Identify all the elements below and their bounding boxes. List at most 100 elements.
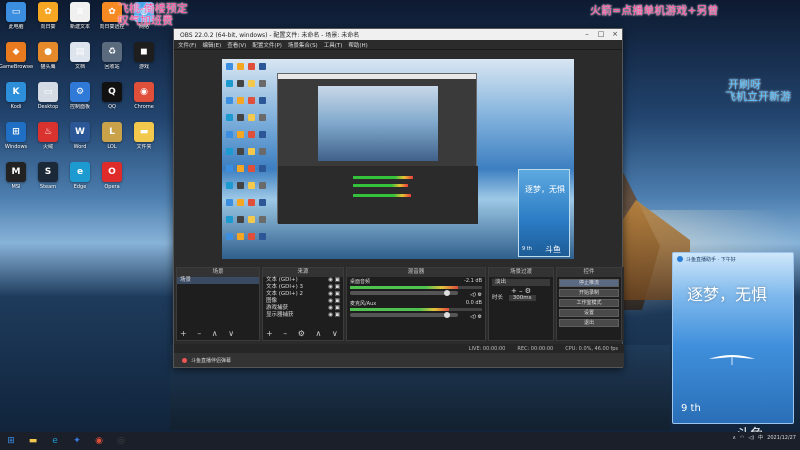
control-button[interactable]: 退出 [559,319,619,327]
mute-settings-icon[interactable]: ◁) ⚙ [470,292,482,298]
desktop-icon[interactable]: ▤ 文档 [64,42,96,82]
sources-controls[interactable]: + – ⚙ ∧ ∨ [266,329,342,338]
menu-item[interactable]: 查看(V) [227,41,246,49]
control-button[interactable]: 工作室模式 [559,299,619,307]
visibility-lock-icon[interactable]: ◉ ▣ [328,298,340,305]
desktop-icon[interactable]: ♨ 火绒 [32,122,64,162]
volume-icon[interactable]: ◁) [748,435,754,441]
menu-item[interactable]: 编辑(E) [202,41,221,49]
desktop-icon[interactable]: ● 猫头鹰 [32,42,64,82]
desktop-icon[interactable]: O Opera [96,162,128,202]
close-icon[interactable]: × [608,29,622,40]
desktop-icon-label: LOL [107,144,117,150]
rec-status: REC: 00:00:00 [517,345,554,352]
preview-app-icon [248,165,255,172]
volume-slider-knob[interactable] [443,312,450,318]
desktop-icon[interactable]: M MSI [0,162,32,202]
transition-duration-row: 时长 300ms [489,295,553,302]
controls-dock: 控件 停止推流 开始录制 工作室模式 设置 退出 [556,267,622,341]
desktop-icon[interactable]: ✿ 向日葵 [32,2,64,42]
source-item[interactable]: 游戏捕获 ◉ ▣ [263,305,343,312]
obs-app-icon[interactable]: ◎ [114,434,128,448]
obs-window[interactable]: OBS 22.0.2 (64-bit, windows) - 配置文件: 未命名… [173,28,624,368]
preview-app-icon [259,80,266,87]
desktop-icon[interactable]: ▭ Desktop [32,82,64,122]
control-button[interactable]: 设置 [559,309,619,317]
desktop-icon[interactable]: L LOL [96,122,128,162]
desktop-icon[interactable]: ♻ 回收站 [96,42,128,82]
preview-app-icon [237,182,244,189]
volume-slider[interactable] [350,290,458,296]
source-item[interactable]: 显示器捕获 ◉ ▣ [263,312,343,319]
desktop-icon[interactable]: Q QQ [96,82,128,122]
desktop-icon[interactable]: W Word [64,122,96,162]
scenes-dock: 场景 场景 + – ∧ ∨ [176,267,260,341]
transition-select[interactable]: 淡出 [492,279,550,286]
volume-slider[interactable] [350,312,458,318]
tray-arrow-icon[interactable]: ∧ [732,435,736,441]
edge-icon: e [70,162,90,182]
scenes-controls[interactable]: + – ∧ ∨ [180,329,238,338]
mute-settings-icon[interactable]: ◁) ⚙ [470,314,482,320]
desktop-icon[interactable]: ≡ 新建文本 [64,2,96,42]
duration-input[interactable]: 300ms [508,295,536,301]
desktop-icon[interactable]: S Steam [32,162,64,202]
maximize-icon[interactable]: □ [594,29,608,40]
source-label: 游戏捕获 [266,305,289,311]
visibility-lock-icon[interactable]: ◉ ▣ [328,305,340,312]
live-card[interactable]: 斗鱼直播助手 · 下午好 逐梦，无惧 9 th [672,252,794,424]
msi-icon: M [6,162,26,182]
tray-clock[interactable]: 2021/12/27 [767,435,796,441]
live-card-title: 逐梦，无惧 [687,285,768,304]
game-browser-icon: ◆ [6,42,26,62]
desktop-icon[interactable]: ◼ 游戏 [128,42,160,82]
source-item[interactable]: 文本 (GDI+) ◉ ▣ [263,277,343,284]
visibility-lock-icon[interactable]: ◉ ▣ [328,291,340,298]
chrome-browser-icon[interactable]: ◉ [92,434,106,448]
huorong-icon: ♨ [38,122,58,142]
menu-item[interactable]: 场景集合(S) [288,41,318,49]
file-explorer-icon[interactable]: ▬ [26,434,40,448]
desktop-icon-label: Desktop [37,104,59,110]
source-item[interactable]: 文本 (GDI+) 2 ◉ ▣ [263,291,343,298]
wifi-icon[interactable]: ◠ [740,435,744,441]
transition-add-remove[interactable]: + – ⚙ [489,288,553,295]
preview-app-icon [248,131,255,138]
overlay-text-top-left-2: 叹气加班费 [118,14,173,27]
desktop-icon[interactable]: ▬ 文件夹 [128,122,160,162]
menu-item[interactable]: 帮助(H) [348,41,367,49]
source-item[interactable]: 文本 (GDI+) 3 ◉ ▣ [263,284,343,291]
desktop-icon[interactable]: ▭ 此电脑 [0,2,32,42]
menu-item[interactable]: 配置文件(P) [252,41,282,49]
control-button[interactable]: 开始录制 [559,289,619,297]
minimize-icon[interactable]: – [580,29,594,40]
ime-icon[interactable]: 中 [758,434,763,441]
desktop-icon[interactable]: ⚙ 控制面板 [64,82,96,122]
source-item[interactable]: 图像 ◉ ▣ [263,298,343,305]
desktop-icon[interactable]: ◉ Chrome [128,82,160,122]
live-status: LIVE: 00:00:00 [468,345,506,352]
computer-icon: ▭ [6,2,26,22]
volume-slider-knob[interactable] [443,290,450,296]
edge-browser-icon[interactable]: e [48,434,62,448]
preview-app-icon [248,233,255,240]
menu-item[interactable]: 文件(F) [178,41,196,49]
visibility-lock-icon[interactable]: ◉ ▣ [328,277,340,284]
control-button[interactable]: 停止推流 [559,279,619,287]
desktop-icon[interactable]: K Kodi [0,82,32,122]
visibility-lock-icon[interactable]: ◉ ▣ [328,312,340,319]
desktop-icon[interactable]: ◆ GameBrowser [0,42,33,82]
windows-start-icon[interactable]: ⊞ [4,434,18,448]
preview-app-icon [226,131,233,138]
desktop-icon[interactable]: e Edge [64,162,96,202]
desktop-icon[interactable]: ⊞ Windows [0,122,32,162]
preview-app-icon [226,80,233,87]
obs-titlebar[interactable]: OBS 22.0.2 (64-bit, windows) - 配置文件: 未命名… [174,29,622,40]
scene-item[interactable]: 场景 [177,277,259,284]
bird-app-icon[interactable]: ✦ [70,434,84,448]
opera-icon: O [102,162,122,182]
menu-item[interactable]: 工具(T) [324,41,343,49]
live-card-header: 斗鱼直播助手 · 下午好 [673,253,793,265]
visibility-lock-icon[interactable]: ◉ ▣ [328,284,340,291]
obs-preview-canvas[interactable]: 逐梦，无惧 9 th 斗鱼 [222,59,574,259]
